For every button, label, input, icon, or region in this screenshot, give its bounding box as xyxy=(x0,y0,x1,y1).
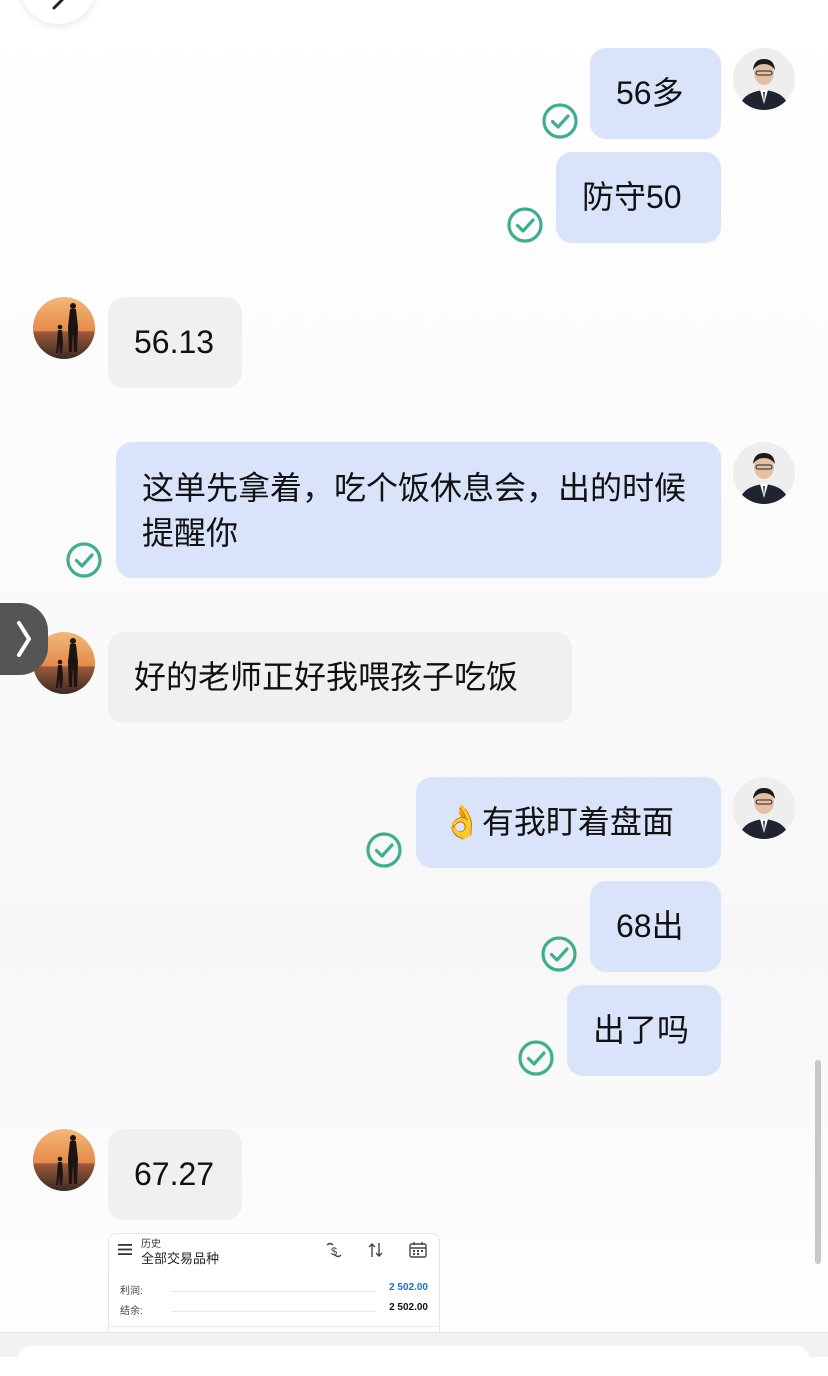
check-circle-icon xyxy=(66,542,102,578)
sort-icon xyxy=(368,1243,383,1257)
message-text: 出了吗 xyxy=(593,1012,690,1048)
teacher-avatar[interactable] xyxy=(733,442,795,504)
calendar-icon xyxy=(409,1242,427,1258)
check-circle-icon xyxy=(366,832,402,868)
back-button[interactable] xyxy=(20,0,96,24)
teacher-avatar[interactable] xyxy=(733,777,795,839)
message-text: 67.27 xyxy=(134,1156,215,1192)
scrollbar[interactable] xyxy=(815,1060,821,1264)
ok-hand-emoji: 👌 xyxy=(442,804,482,840)
incoming-message[interactable]: 67.27 xyxy=(108,1129,242,1220)
check-circle-icon xyxy=(507,207,543,243)
side-drawer-tab[interactable] xyxy=(0,603,48,675)
chevron-left-icon xyxy=(52,0,64,10)
outgoing-message[interactable]: 56多 xyxy=(590,48,721,139)
check-circle-icon xyxy=(542,103,578,139)
balance-label: 结余: xyxy=(120,1306,143,1317)
balance-value: 2 502.00 xyxy=(389,1302,428,1313)
outgoing-message[interactable]: 68出 xyxy=(590,881,721,972)
shared-screenshot-image[interactable]: 历史 全部交易品种 $ 利润: 2 502.00 结余: 2 502.00 xyxy=(108,1233,440,1333)
outgoing-message[interactable]: 👌有我盯着盘面 xyxy=(416,777,721,868)
outgoing-message[interactable]: 防守50 xyxy=(556,152,721,243)
currency-icon: $ xyxy=(326,1242,342,1258)
message-text: 56.13 xyxy=(134,324,215,360)
user-avatar[interactable] xyxy=(33,1129,95,1191)
incoming-message[interactable]: 好的老师正好我喂孩子吃饭 xyxy=(108,632,572,723)
message-text: 68出 xyxy=(616,908,684,944)
check-circle-icon xyxy=(518,1040,554,1076)
user-avatar[interactable] xyxy=(33,297,95,359)
incoming-message[interactable]: 56.13 xyxy=(108,297,242,388)
message-text: 56多 xyxy=(616,75,684,111)
menu-icon xyxy=(118,1244,132,1255)
message-text: 有我盯着盘面 xyxy=(481,804,674,840)
profit-label: 利润: xyxy=(120,1286,143,1297)
screenshot-title: 全部交易品种 xyxy=(141,1251,220,1266)
svg-text:$: $ xyxy=(331,1246,337,1258)
message-text: 这单先拿着，吃个饭休息会，出的时候提醒你 xyxy=(142,470,687,551)
message-input[interactable] xyxy=(18,1346,810,1376)
message-text: 防守50 xyxy=(582,179,682,215)
profit-value: 2 502.00 xyxy=(389,1282,428,1293)
chevron-right-icon xyxy=(17,621,31,657)
teacher-avatar[interactable] xyxy=(733,48,795,110)
outgoing-message[interactable]: 这单先拿着，吃个饭休息会，出的时候提醒你 xyxy=(116,442,721,578)
check-circle-icon xyxy=(541,936,577,972)
outgoing-message[interactable]: 出了吗 xyxy=(567,985,721,1076)
message-text: 好的老师正好我喂孩子吃饭 xyxy=(134,659,519,695)
